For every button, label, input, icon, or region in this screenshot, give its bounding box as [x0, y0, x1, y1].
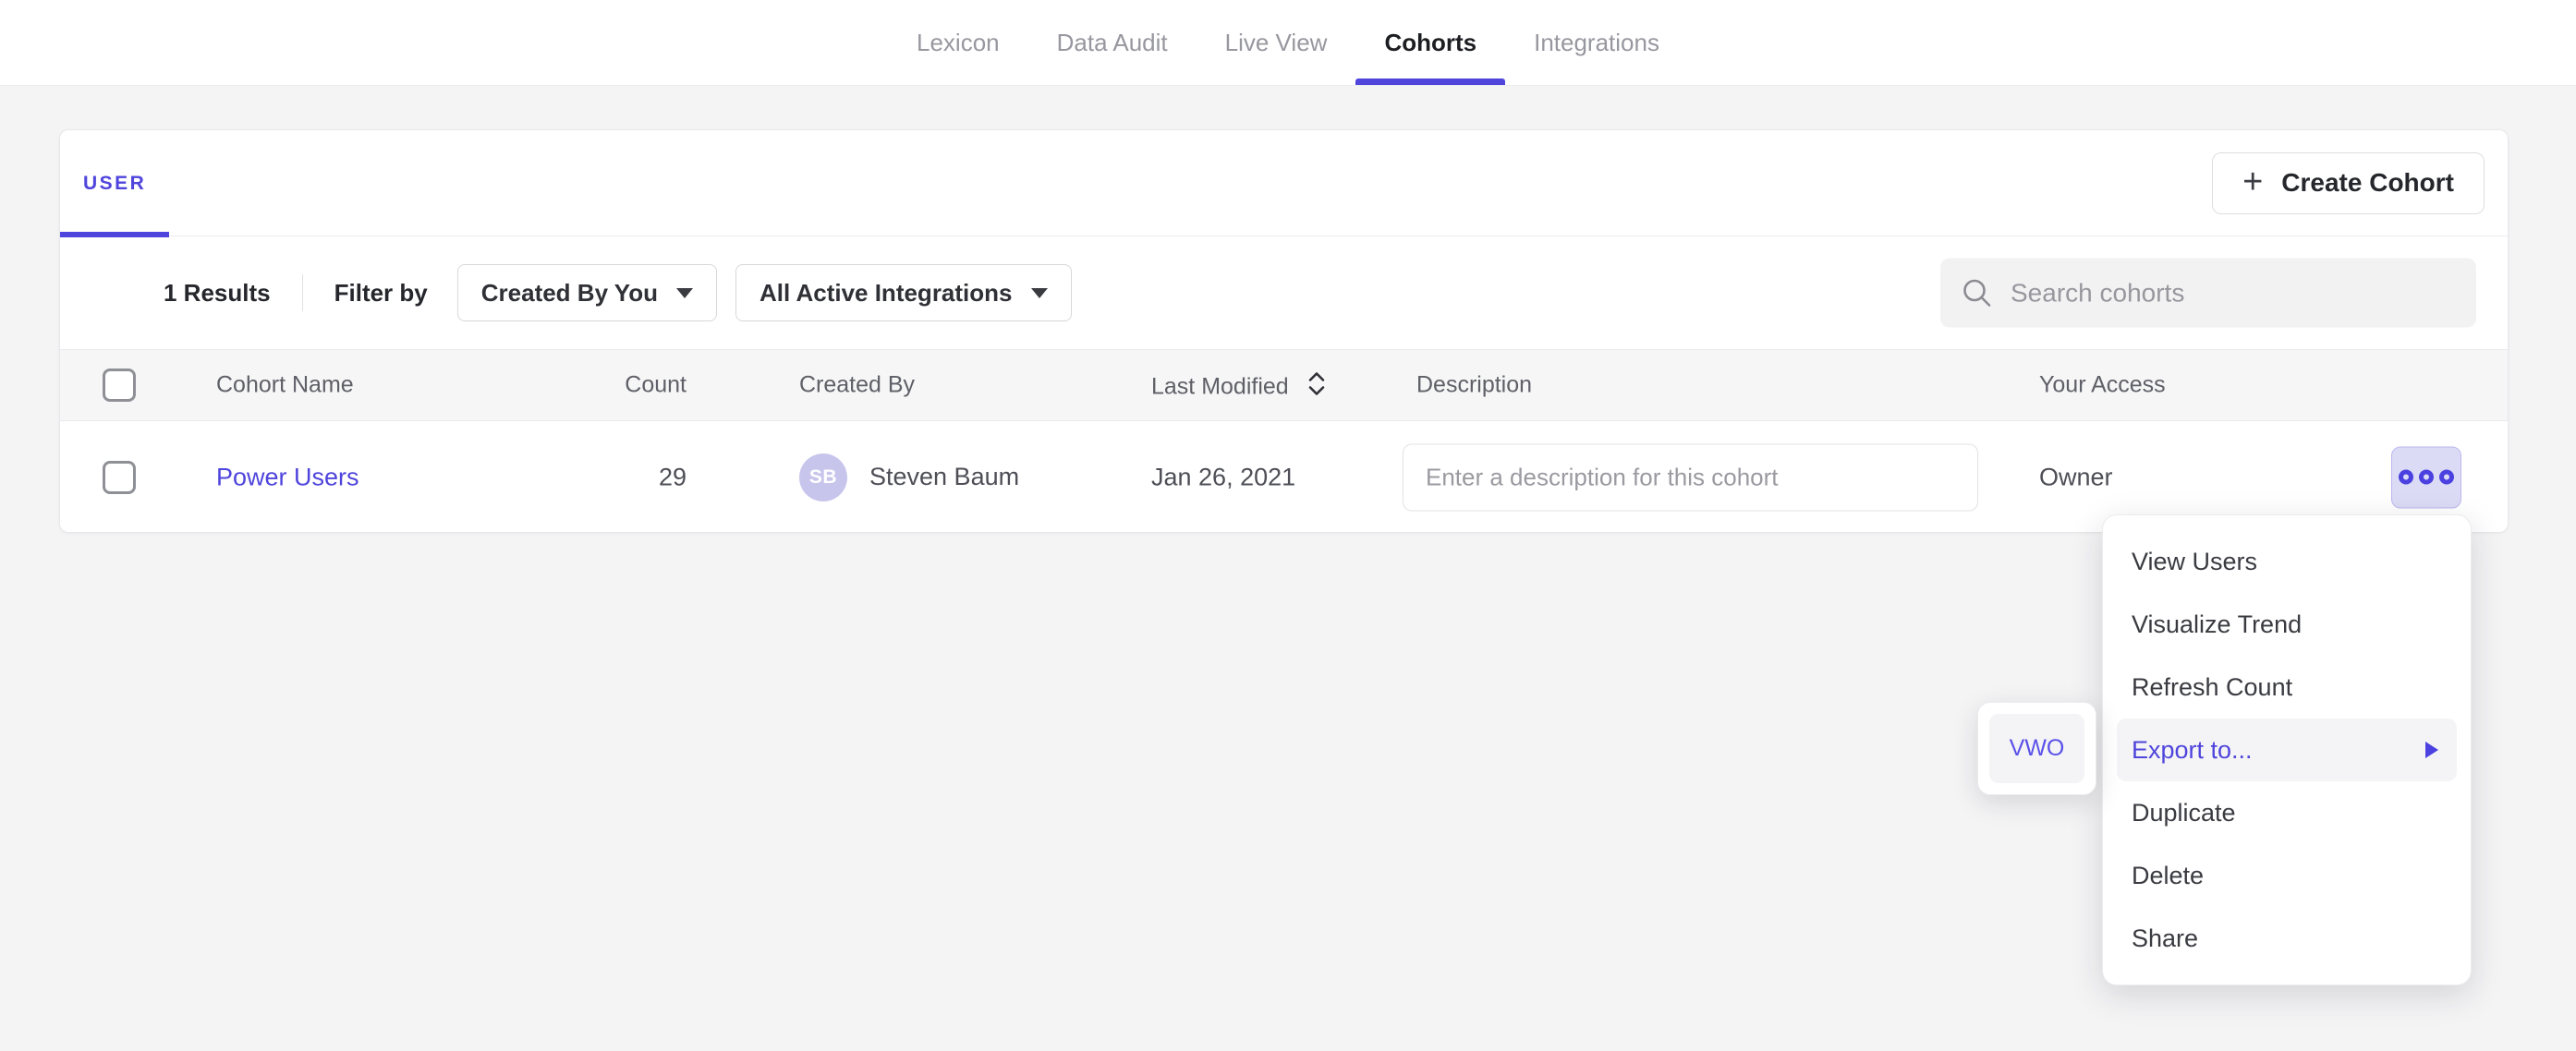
- top-navigation: Lexicon Data Audit Live View Cohorts Int…: [0, 0, 2576, 86]
- search-icon: [1961, 276, 1994, 309]
- plus-icon: +: [2242, 164, 2263, 199]
- cohorts-panel: USER + Create Cohort 1 Results Filter by…: [59, 129, 2509, 533]
- avatar: SB: [799, 453, 847, 501]
- panel-header: USER + Create Cohort: [60, 130, 2508, 236]
- create-cohort-button[interactable]: + Create Cohort: [2212, 152, 2485, 214]
- tab-live-view[interactable]: Live View: [1197, 0, 1356, 85]
- tab-cohorts[interactable]: Cohorts: [1355, 0, 1505, 85]
- three-dots-icon: [2399, 470, 2413, 485]
- tab-data-audit[interactable]: Data Audit: [1028, 0, 1197, 85]
- access-value: Owner: [2039, 463, 2113, 491]
- created-by-name: Steven Baum: [869, 463, 1019, 491]
- three-dots-icon: [2439, 470, 2454, 485]
- cohort-count: 29: [448, 463, 687, 491]
- integrations-filter-dropdown[interactable]: All Active Integrations: [735, 264, 1072, 321]
- menu-item-export-to[interactable]: Export to...: [2117, 719, 2457, 781]
- caret-down-icon: [676, 288, 693, 298]
- search-input[interactable]: [2011, 278, 2456, 308]
- menu-item-refresh-count[interactable]: Refresh Count: [2117, 656, 2457, 719]
- menu-item-export-to-label: Export to...: [2132, 736, 2253, 765]
- caret-down-icon: [1031, 288, 1048, 298]
- description-input[interactable]: [1403, 443, 1978, 511]
- column-your-access: Your Access: [2039, 372, 2166, 399]
- column-description: Description: [1416, 372, 1532, 399]
- integrations-filter-value: All Active Integrations: [759, 279, 1013, 308]
- filter-bar: 1 Results Filter by Created By You All A…: [60, 236, 2508, 349]
- submenu-arrow-icon: [2425, 742, 2438, 758]
- search-cohorts-box[interactable]: [1940, 259, 2476, 328]
- export-submenu: VWO: [1977, 702, 2096, 795]
- results-count: 1 Results: [164, 279, 271, 308]
- column-last-modified[interactable]: Last Modified: [1151, 370, 1329, 401]
- menu-item-view-users[interactable]: View Users: [2117, 530, 2457, 593]
- three-dots-icon: [2419, 470, 2434, 485]
- row-actions-button[interactable]: [2391, 446, 2461, 508]
- menu-item-share[interactable]: Share: [2117, 907, 2457, 970]
- last-modified-date: Jan 26, 2021: [1151, 463, 1295, 491]
- row-actions-menu: View Users Visualize Trend Refresh Count…: [2102, 514, 2472, 985]
- cohort-name-link[interactable]: Power Users: [216, 463, 359, 490]
- column-cohort-name: Cohort Name: [216, 372, 354, 399]
- menu-item-duplicate[interactable]: Duplicate: [2117, 781, 2457, 844]
- table-header: Cohort Name Count Created By Last Modifi…: [60, 349, 2508, 421]
- filter-by-label: Filter by: [334, 279, 428, 308]
- tab-user-cohorts[interactable]: USER: [60, 130, 169, 236]
- created-by-filter-dropdown[interactable]: Created By You: [457, 264, 717, 321]
- create-cohort-label: Create Cohort: [2281, 168, 2454, 198]
- row-checkbox[interactable]: [103, 461, 136, 494]
- sort-icon[interactable]: [1305, 370, 1329, 398]
- column-last-modified-label: Last Modified: [1151, 374, 1289, 400]
- column-created-by: Created By: [799, 372, 915, 399]
- submenu-item-vwo[interactable]: VWO: [1989, 714, 2084, 783]
- select-all-checkbox[interactable]: [103, 368, 136, 402]
- tab-lexicon[interactable]: Lexicon: [888, 0, 1028, 85]
- menu-item-visualize-trend[interactable]: Visualize Trend: [2117, 593, 2457, 656]
- created-by-filter-value: Created By You: [481, 279, 658, 308]
- created-by-cell: SB Steven Baum: [799, 453, 1019, 501]
- menu-item-delete[interactable]: Delete: [2117, 844, 2457, 907]
- tab-integrations[interactable]: Integrations: [1505, 0, 1688, 85]
- divider: [302, 274, 303, 311]
- column-count: Count: [448, 372, 687, 399]
